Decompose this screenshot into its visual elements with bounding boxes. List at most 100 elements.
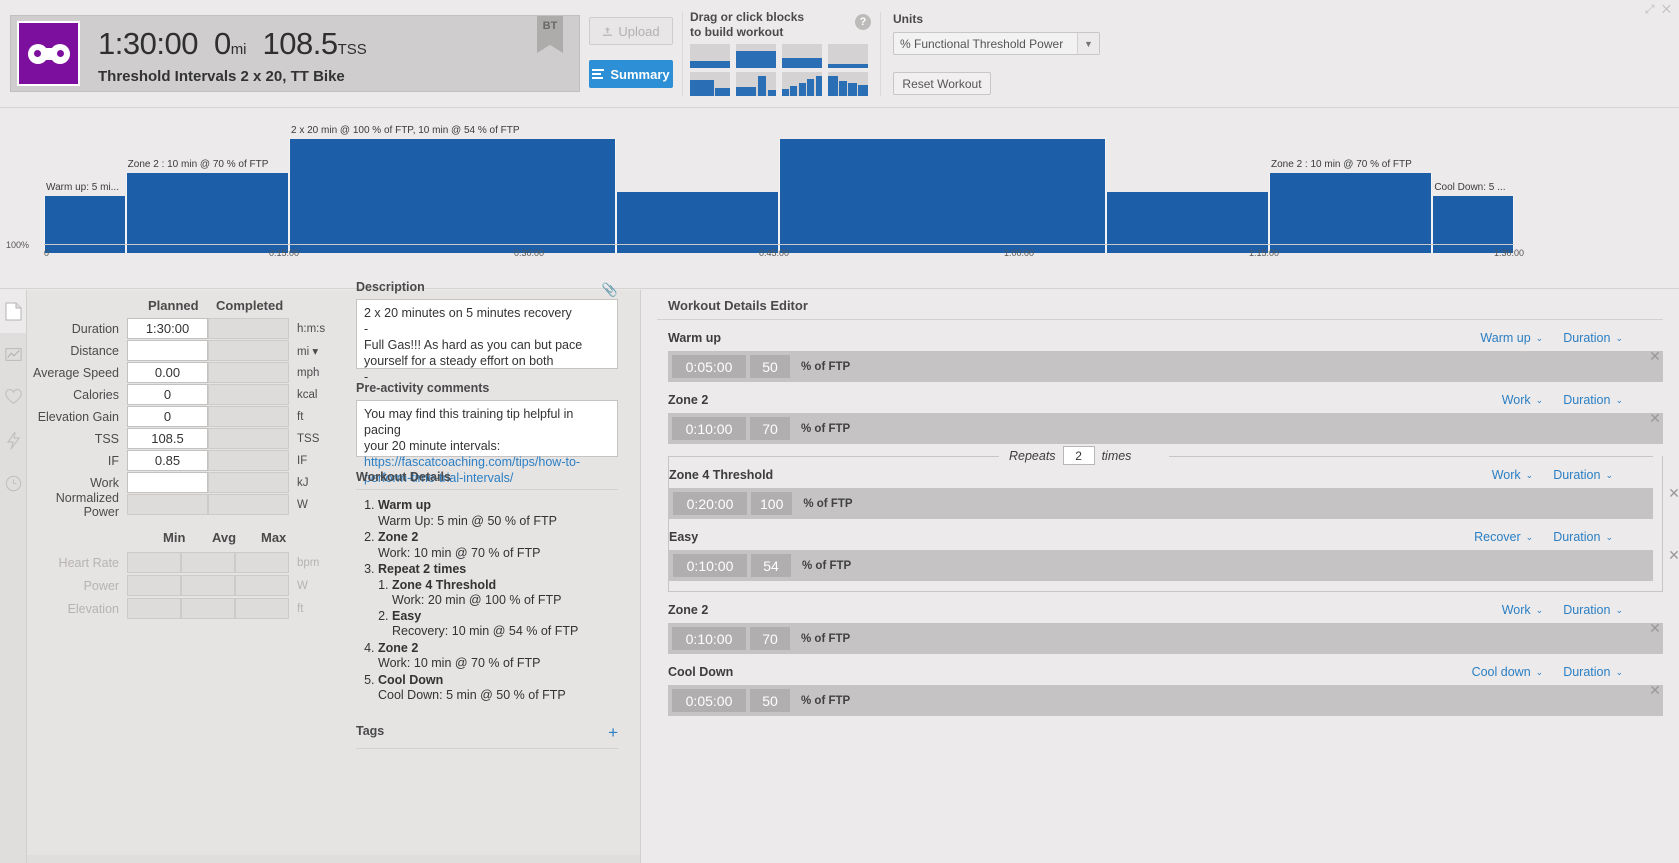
step-type-dropdown[interactable]: Work ⌄ <box>1492 468 1533 482</box>
metric-row: Average Speed 0.00 mph <box>27 362 319 383</box>
chevron-down-icon: ⌄ <box>1535 604 1544 615</box>
workout-profile-chart[interactable]: 100% 50% 0% Warm up: 5 mi...Zone 2 : 10 … <box>0 109 1679 353</box>
attachment-icon[interactable]: 📎 <box>602 282 618 298</box>
workout-detail-text: Work: 10 min @ 70 % of FTP <box>378 656 541 670</box>
step-value-input[interactable]: 54 <box>751 554 791 577</box>
planned-input[interactable] <box>127 340 208 361</box>
step-duration-input[interactable]: 0:10:00 <box>672 627 746 650</box>
chart-x-tick: 1:30:00 <box>1494 248 1525 258</box>
units-select[interactable]: % Functional Threshold Power ▼ <box>893 32 1100 55</box>
completed-input <box>208 362 289 383</box>
workout-header-card[interactable]: 1:30:00 0mi 108.5TSS Threshold Intervals… <box>10 15 580 92</box>
editor-step: Cool Down Cool down ⌄ Duration ⌄ 0:05:00 50 % o… <box>657 654 1663 716</box>
remove-step-button[interactable]: ✕ <box>1647 683 1663 699</box>
block-ramp-up <box>782 72 822 96</box>
window-controls[interactable]: ⤢ ✕ <box>1645 2 1673 17</box>
step-measure-dropdown[interactable]: Duration ⌄ <box>1563 603 1623 617</box>
step-measure-dropdown[interactable]: Duration ⌄ <box>1563 331 1623 345</box>
description-textarea[interactable]: 2 x 20 minutes on 5 minutes recovery - F… <box>356 299 618 384</box>
planned-input[interactable]: 1:30:00 <box>127 318 208 339</box>
summary-button[interactable]: Summary <box>589 60 673 88</box>
metric-label: Calories <box>73 387 119 402</box>
step-value-input[interactable]: 70 <box>750 627 790 650</box>
remove-step-button[interactable]: ✕ <box>1666 486 1679 502</box>
step-duration-input[interactable]: 0:05:00 <box>672 689 746 712</box>
rail-item-chart[interactable] <box>0 333 26 376</box>
block-palette-item[interactable] <box>828 44 868 96</box>
planned-input[interactable]: 108.5 <box>127 428 208 449</box>
clock-icon <box>5 475 21 492</box>
chart-block[interactable] <box>125 173 289 253</box>
step-type-dropdown[interactable]: Cool down ⌄ <box>1472 665 1544 679</box>
planned-input[interactable]: 0 <box>127 406 208 427</box>
planned-input[interactable] <box>127 472 208 493</box>
remove-step-button[interactable]: ✕ <box>1647 349 1663 365</box>
block-ramp-down <box>828 72 868 96</box>
rail-item-power[interactable] <box>0 419 26 462</box>
step-type-dropdown[interactable]: Warm up ⌄ <box>1480 331 1543 345</box>
block-palette-item[interactable] <box>736 44 776 96</box>
chart-block-label: 2 x 20 min @ 100 % of FTP, 10 min @ 54 %… <box>291 125 520 137</box>
step-value-input[interactable]: 50 <box>750 689 790 712</box>
step-value-input[interactable]: 70 <box>750 417 790 440</box>
step-type-dropdown[interactable]: Work ⌄ <box>1502 393 1543 407</box>
chevron-down-icon: ⌄ <box>1615 332 1623 343</box>
step-value-input[interactable]: 100 <box>751 492 793 515</box>
step-measure-dropdown[interactable]: Duration ⌄ <box>1553 468 1613 482</box>
pre-activity-textarea[interactable]: You may find this training tip helpful i… <box>356 400 618 485</box>
block-palette-item[interactable] <box>690 44 730 96</box>
step-measure-dropdown[interactable]: Duration ⌄ <box>1553 530 1613 544</box>
block-steady-mid <box>782 44 822 68</box>
workout-detail-name: Repeat 2 times <box>378 562 467 576</box>
remove-step-button[interactable]: ✕ <box>1647 621 1663 637</box>
step-duration-input[interactable]: 0:05:00 <box>672 355 746 378</box>
remove-step-button[interactable]: ✕ <box>1647 411 1663 427</box>
mam-max <box>235 575 289 596</box>
editor-step-header: Zone 2 Work ⌄ Duration ⌄ <box>668 603 1663 617</box>
help-icon[interactable]: ? <box>855 14 871 30</box>
planned-input[interactable]: 0 <box>127 384 208 405</box>
chevron-down-icon: ⌄ <box>1525 531 1534 542</box>
step-measure-dropdown[interactable]: Duration ⌄ <box>1563 393 1623 407</box>
workout-detail-subitem: Zone 4 ThresholdWork: 20 min @ 100 % of … <box>392 578 618 609</box>
repeat-group: Repeats2times✕Zone 4 ThresholdWork⌄Durat… <box>668 446 1679 592</box>
step-measure-dropdown[interactable]: Duration ⌄ <box>1563 665 1623 679</box>
step-value-input[interactable]: 50 <box>750 355 790 378</box>
panel-scroll-strip[interactable] <box>27 855 663 863</box>
planned-input[interactable]: 0.85 <box>127 450 208 471</box>
editor-step-header: Warm up Warm up ⌄ Duration ⌄ <box>668 331 1663 345</box>
step-duration-input[interactable]: 0:20:00 <box>673 492 747 515</box>
mam-col-header: Min <box>163 530 186 545</box>
step-unit-label: % of FTP <box>801 360 851 373</box>
add-tag-icon[interactable]: + <box>608 724 618 741</box>
planned-input[interactable]: 0.00 <box>127 362 208 383</box>
reset-workout-button[interactable]: Reset Workout <box>893 72 991 95</box>
step-type-dropdown[interactable]: Recover ⌄ <box>1474 530 1533 544</box>
rail-item-document[interactable] <box>0 290 26 333</box>
step-duration-input[interactable]: 0:10:00 <box>673 554 747 577</box>
y-tick-100: 100% <box>6 240 30 250</box>
mam-label: Heart Rate <box>58 555 119 570</box>
editor-step: Zone 2 Work ⌄ Duration ⌄ 0:10:00 70 % of FTP ✕ <box>657 592 1663 654</box>
chart-block[interactable] <box>289 139 616 253</box>
block-palette-item[interactable] <box>782 44 822 96</box>
mam-min <box>127 552 181 573</box>
rail-item-heart[interactable] <box>0 376 26 419</box>
workout-detail-item: Repeat 2 times Zone 4 ThresholdWork: 20 m… <box>378 562 618 640</box>
chart-block[interactable] <box>779 139 1106 253</box>
rail-item-clock[interactable] <box>0 462 26 505</box>
step-type-value: Recover <box>1474 530 1521 544</box>
step-type-dropdown[interactable]: Work ⌄ <box>1502 603 1543 617</box>
document-icon <box>5 302 21 321</box>
mam-row: Heart Rate bpm <box>27 552 319 573</box>
metric-label: IF <box>107 453 119 468</box>
remove-step-button[interactable]: ✕ <box>1666 548 1679 564</box>
chart-block[interactable] <box>1269 173 1433 253</box>
upload-button[interactable]: Upload <box>589 17 673 45</box>
chart-x-tick: 0:15:00 <box>269 248 300 258</box>
step-type-value: Work <box>1501 393 1531 407</box>
workout-detail-subtext: Work: 20 min @ 100 % of FTP <box>392 593 562 607</box>
editor-step-name: Zone 4 Threshold <box>669 468 774 482</box>
header-duration: 1:30:00 <box>98 26 198 61</box>
step-duration-input[interactable]: 0:10:00 <box>672 417 746 440</box>
